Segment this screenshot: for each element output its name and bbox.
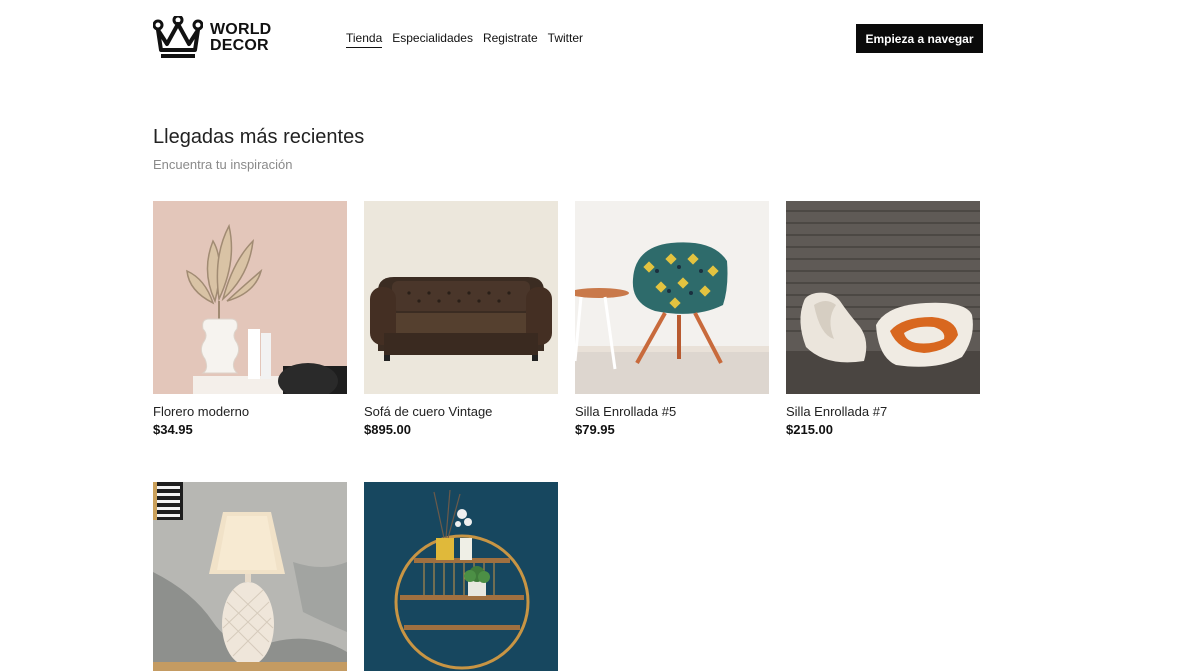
leather-sofa-image[interactable] [364,201,558,394]
product-price: $34.95 [153,422,193,437]
product-price: $895.00 [364,422,411,437]
round-shelf-image[interactable] [364,482,558,671]
product-card[interactable] [364,482,558,671]
product-name[interactable]: Silla Enrollada #5 [575,404,769,419]
nav-item-registrate[interactable]: Registrate [483,31,538,48]
main-nav: Tienda Especialidades Registrate Twitter [346,31,583,48]
product-card[interactable]: Silla Enrollada #7 $215.00 [786,201,980,437]
product-grid: Florero moderno $34.95 Sofá de cuero Vin… [153,201,983,671]
product-card[interactable] [153,482,347,671]
vase-image[interactable] [153,201,347,394]
start-browsing-button[interactable]: Empieza a navegar [856,24,983,53]
nav-item-tienda[interactable]: Tienda [346,31,383,48]
product-price: $79.95 [575,422,615,437]
page: WORLD DECOR Tienda Especialidades Regist… [0,0,1200,671]
brand-line-1: WORLD [210,21,272,38]
section-subtitle: Encuentra tu inspiración [153,157,293,172]
product-name[interactable]: Silla Enrollada #7 [786,404,980,419]
product-price: $215.00 [786,422,833,437]
product-card[interactable]: Sofá de cuero Vintage $895.00 [364,201,558,437]
pineapple-lamp-image[interactable] [153,482,347,671]
product-name[interactable]: Sofá de cuero Vintage [364,404,558,419]
nav-item-twitter[interactable]: Twitter [548,31,583,48]
product-name[interactable]: Florero moderno [153,404,347,419]
patterned-chair-image[interactable] [575,201,769,394]
crown-icon [153,16,203,58]
curved-chairs-image[interactable] [786,201,980,394]
site-header: WORLD DECOR Tienda Especialidades Regist… [153,16,983,62]
nav-item-especialidades[interactable]: Especialidades [392,31,473,48]
section-title: Llegadas más recientes [153,126,365,148]
product-card[interactable]: Silla Enrollada #5 $79.95 [575,201,769,437]
product-card[interactable]: Florero moderno $34.95 [153,201,347,437]
brand-line-2: DECOR [210,37,269,54]
brand-name: WORLD DECOR [210,22,271,54]
brand-logo[interactable]: WORLD DECOR [153,16,271,60]
